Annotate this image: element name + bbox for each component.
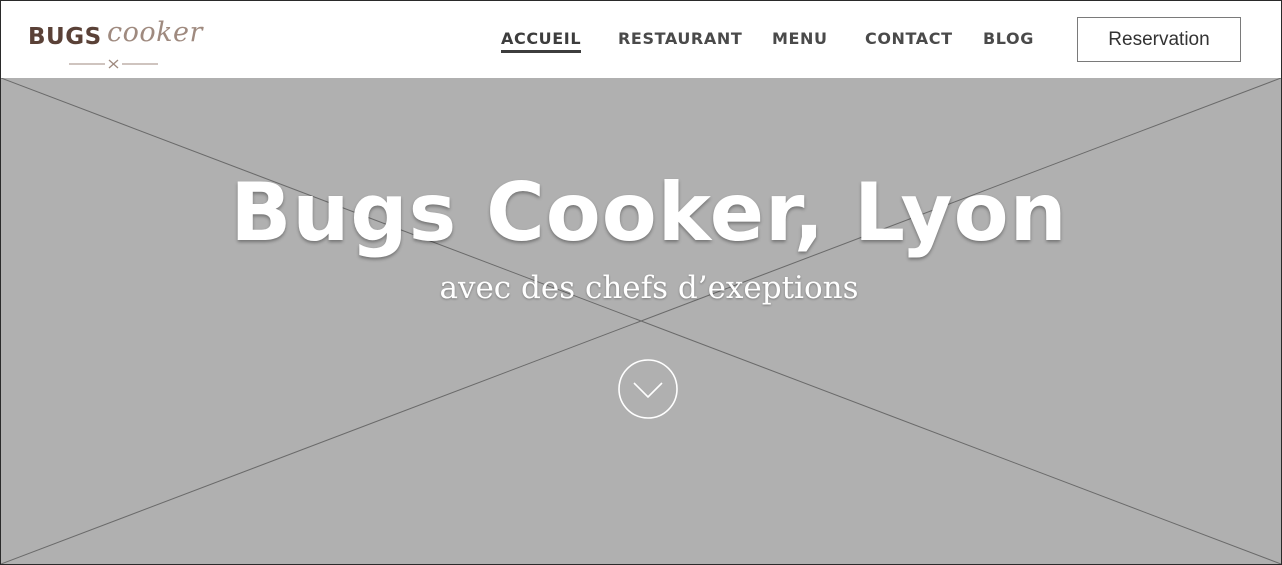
hero-title: Bugs Cooker, Lyon — [230, 166, 1068, 259]
nav-item-blog[interactable]: BLOG — [983, 29, 1034, 48]
chevron-down-circle-icon[interactable] — [618, 359, 678, 419]
nav-item-accueil[interactable]: ACCUEIL — [501, 29, 582, 53]
hero-subtitle: avec des chefs d’exeptions — [439, 270, 859, 306]
page-frame: BUGS cooker ACCUEIL RESTAURANT MENU CONT… — [0, 0, 1282, 565]
site-header: BUGS cooker ACCUEIL RESTAURANT MENU CONT… — [1, 1, 1281, 78]
image-placeholder-icon — [1, 78, 1281, 564]
nav-item-restaurant[interactable]: RESTAURANT — [618, 29, 742, 48]
hero-section: Bugs Cooker, Lyon avec des chefs d’exept… — [1, 78, 1281, 564]
reservation-button[interactable]: Reservation — [1077, 17, 1241, 62]
nav-item-menu[interactable]: MENU — [772, 29, 828, 48]
nav-item-contact[interactable]: CONTACT — [865, 29, 953, 48]
